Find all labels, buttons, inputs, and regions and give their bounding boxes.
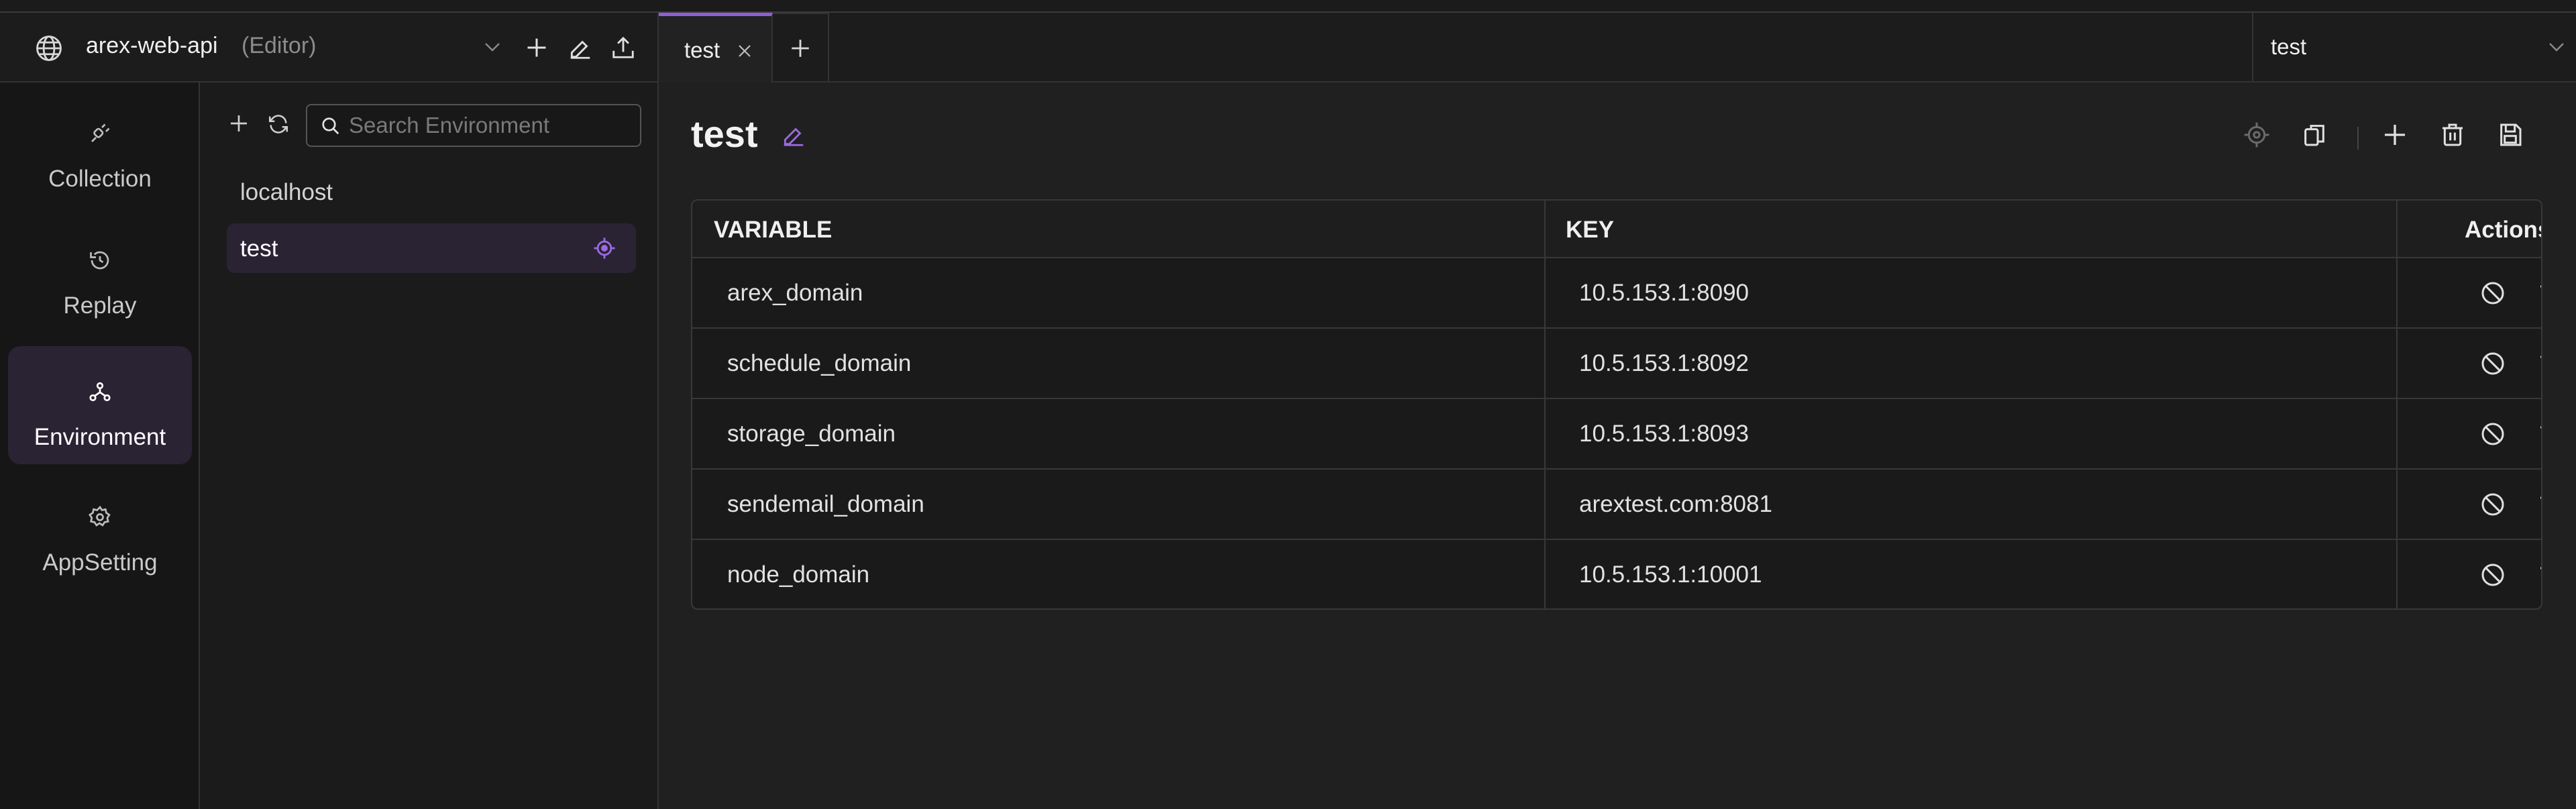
- add-tab-button[interactable]: [773, 13, 829, 83]
- duplicate-icon[interactable]: [2301, 121, 2328, 148]
- key-cell[interactable]: 10.5.153.1:10001: [1579, 561, 1762, 588]
- table-row: sendemail_domain arextest.com:8081: [692, 470, 2541, 540]
- tabs-bar: test test: [659, 13, 2576, 83]
- tab-label: test: [684, 38, 720, 62]
- key-cell[interactable]: 10.5.153.1:8093: [1579, 421, 1749, 447]
- close-tab-icon[interactable]: [737, 43, 753, 59]
- delete-variable-trash-icon[interactable]: [2537, 350, 2541, 377]
- column-divider: [1544, 201, 1546, 608]
- nav-label: Collection: [48, 166, 152, 192]
- environment-sidebar: localhost test: [200, 83, 659, 809]
- nav-item-collection[interactable]: Collection: [8, 88, 192, 206]
- workspace-mode: (Editor): [241, 33, 317, 58]
- table-row: arex_domain 10.5.153.1:8090: [692, 258, 2541, 329]
- variable-cell[interactable]: storage_domain: [727, 421, 896, 447]
- disable-icon[interactable]: [2479, 421, 2506, 447]
- set-active-target-icon[interactable]: [2243, 121, 2270, 148]
- nav-label: Environment: [34, 424, 166, 450]
- delete-variable-trash-icon[interactable]: [2537, 561, 2541, 588]
- delete-variable-trash-icon[interactable]: [2537, 421, 2541, 447]
- replay-icon: [88, 248, 112, 272]
- nav-item-replay[interactable]: Replay: [8, 215, 192, 333]
- nav-label: AppSetting: [42, 549, 158, 576]
- delete-variable-trash-icon[interactable]: [2537, 280, 2541, 307]
- chevron-down-icon: [2547, 41, 2566, 53]
- key-cell[interactable]: 10.5.153.1:8090: [1579, 280, 1749, 307]
- environment-item-test[interactable]: test: [227, 223, 636, 273]
- settings-icon: [88, 505, 112, 529]
- environment-select-value: test: [2271, 34, 2307, 59]
- tab-test[interactable]: test: [659, 13, 773, 83]
- refresh-icon[interactable]: [267, 113, 290, 136]
- environment-select[interactable]: test: [2252, 13, 2576, 83]
- variables-table: VARIABLE KEY Actions arex_domain 10.5.15…: [691, 199, 2542, 610]
- active-target-icon[interactable]: [593, 237, 616, 260]
- delete-environment-trash-icon[interactable]: [2439, 121, 2466, 148]
- workspace-name[interactable]: arex-web-api: [86, 33, 218, 59]
- upload-icon[interactable]: [610, 35, 636, 60]
- edit-workspace-pencil-icon[interactable]: [568, 36, 593, 61]
- add-variable-plus-icon[interactable]: [2381, 121, 2408, 148]
- key-cell[interactable]: 10.5.153.1:8092: [1579, 350, 1749, 377]
- disable-icon[interactable]: [2479, 280, 2506, 307]
- table-header: VARIABLE KEY Actions: [692, 201, 2542, 258]
- table-row: storage_domain 10.5.153.1:8093: [692, 399, 2541, 470]
- disable-icon[interactable]: [2479, 491, 2506, 518]
- disable-icon[interactable]: [2479, 561, 2506, 588]
- nav-item-appsetting[interactable]: AppSetting: [8, 472, 192, 590]
- variable-cell[interactable]: schedule_domain: [727, 350, 911, 377]
- environment-item-label: localhost: [240, 179, 333, 205]
- save-icon[interactable]: [2497, 121, 2524, 148]
- environment-item-localhost[interactable]: localhost: [227, 167, 636, 217]
- column-header-actions: Actions: [2465, 217, 2542, 243]
- column-header-key: KEY: [1566, 217, 1614, 243]
- collection-icon: [88, 121, 112, 146]
- table-row: node_domain 10.5.153.1:10001: [692, 540, 2541, 608]
- nav-item-environment[interactable]: Environment: [8, 346, 192, 464]
- toolbar-divider: [2357, 127, 2359, 150]
- add-environment-plus-icon[interactable]: [228, 113, 250, 134]
- environment-icon: [88, 380, 112, 404]
- add-workspace-plus-icon[interactable]: [525, 36, 549, 60]
- plus-icon: [789, 37, 812, 60]
- key-cell[interactable]: arextest.com:8081: [1579, 491, 1772, 518]
- table-row: schedule_domain 10.5.153.1:8092: [692, 329, 2541, 399]
- workspace-header: arex-web-api (Editor): [0, 13, 659, 83]
- disable-icon[interactable]: [2479, 350, 2506, 377]
- search-environment-box[interactable]: [306, 104, 641, 147]
- variable-cell[interactable]: node_domain: [727, 561, 869, 588]
- variable-cell[interactable]: arex_domain: [727, 280, 863, 307]
- window-top-border: [0, 0, 2576, 13]
- environment-editor: test VARIABLE KEY Actions arex_domain 10…: [660, 83, 2576, 809]
- delete-variable-trash-icon[interactable]: [2537, 491, 2541, 518]
- nav-label: Replay: [63, 292, 137, 319]
- workspace-dropdown-chevron-icon[interactable]: [483, 41, 502, 53]
- globe-icon: [35, 34, 63, 62]
- search-environment-input[interactable]: [349, 111, 631, 140]
- edit-title-pencil-icon[interactable]: [781, 123, 806, 148]
- search-icon: [321, 116, 341, 136]
- main-navigation: Collection Replay Environment AppSetting: [0, 83, 200, 809]
- variable-cell[interactable]: sendemail_domain: [727, 491, 924, 518]
- environment-title: test: [691, 113, 758, 155]
- column-header-variable: VARIABLE: [714, 217, 833, 243]
- column-divider: [2396, 201, 2398, 608]
- environment-item-label: test: [240, 235, 278, 262]
